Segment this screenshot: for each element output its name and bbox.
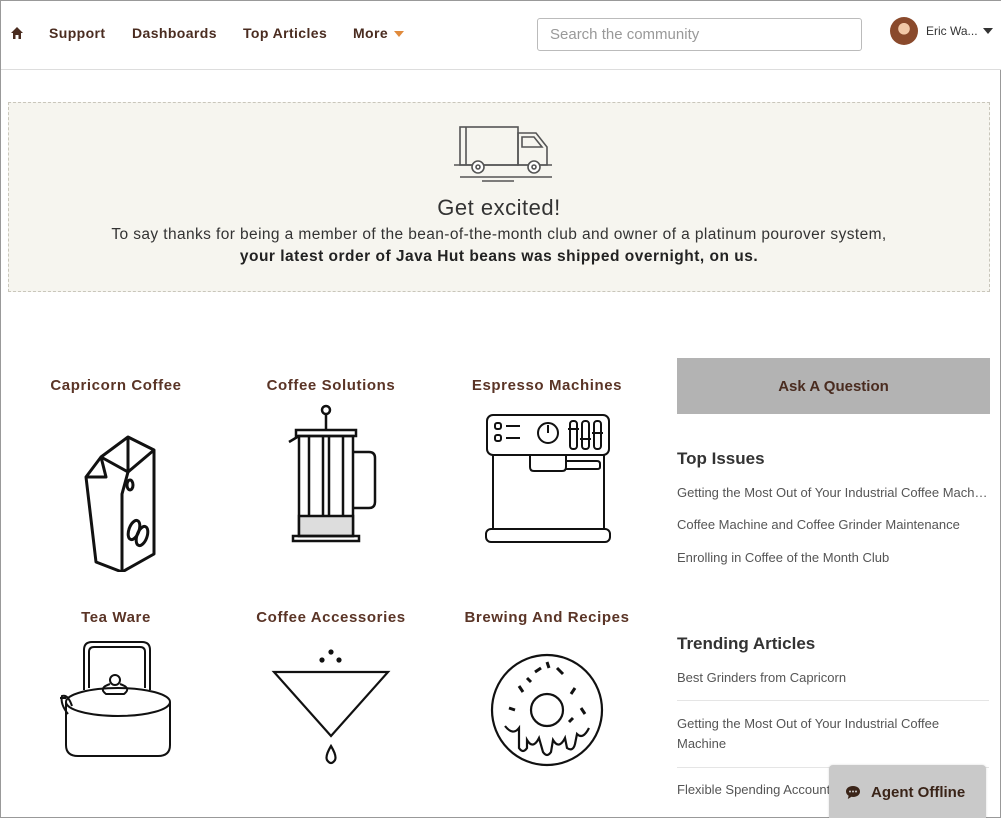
top-navigation-bar: Support Dashboards Top Articles More Eri… xyxy=(1,1,1001,70)
french-press-icon xyxy=(288,404,377,543)
tile-coffee-accessories[interactable]: Coffee Accessories xyxy=(231,609,431,770)
tile-label: Coffee Accessories xyxy=(256,609,406,626)
search-input[interactable] xyxy=(537,18,862,51)
delivery-truck-icon xyxy=(454,126,552,182)
user-name[interactable]: Eric Wa... xyxy=(926,24,978,38)
top-issue-link[interactable]: Getting the Most Out of Your Industrial … xyxy=(677,485,989,500)
nav-top-articles[interactable]: Top Articles xyxy=(243,25,327,41)
tile-brewing-and-recipes[interactable]: Brewing And Recipes xyxy=(447,609,647,770)
coffee-bag-icon xyxy=(84,435,156,572)
nav-more-label: More xyxy=(353,25,389,41)
home-icon[interactable] xyxy=(10,26,24,40)
top-issues-title: Top Issues xyxy=(677,449,765,468)
chevron-down-icon xyxy=(394,31,405,38)
espresso-machine-icon xyxy=(485,414,611,543)
trending-article-link[interactable]: Best Grinders from Capricorn xyxy=(677,670,989,685)
tile-label: Capricorn Coffee xyxy=(50,377,182,394)
banner-title: Get excited! xyxy=(437,195,561,220)
agent-offline-chat-button[interactable]: Agent Offline xyxy=(829,765,986,818)
donut-icon xyxy=(490,653,604,767)
tile-label: Espresso Machines xyxy=(471,377,623,394)
top-issue-link[interactable]: Enrolling in Coffee of the Month Club xyxy=(677,550,989,565)
ask-question-button[interactable]: Ask A Question xyxy=(677,358,990,414)
nav-dashboards[interactable]: Dashboards xyxy=(132,25,217,41)
tile-coffee-solutions[interactable]: Coffee Solutions xyxy=(231,377,431,547)
kettle-icon xyxy=(60,641,171,757)
agent-offline-label: Agent Offline xyxy=(871,784,966,801)
banner-bold-text: your latest order of Java Hut beans was … xyxy=(239,248,759,265)
trending-article-link[interactable]: Getting the Most Out of Your Industrial … xyxy=(677,714,977,754)
tile-tea-ware[interactable]: Tea Ware xyxy=(16,609,216,770)
banner-text: To say thanks for being a member of the … xyxy=(111,226,887,243)
tile-label: Coffee Solutions xyxy=(266,377,396,394)
top-issue-link[interactable]: Coffee Machine and Coffee Grinder Mainte… xyxy=(677,517,989,532)
tile-label: Brewing And Recipes xyxy=(464,609,630,626)
nav-more[interactable]: More xyxy=(353,25,405,41)
tile-label: Tea Ware xyxy=(81,609,151,626)
tile-capricorn-coffee[interactable]: Capricorn Coffee xyxy=(16,377,216,572)
tile-espresso-machines[interactable]: Espresso Machines xyxy=(447,377,647,544)
divider xyxy=(677,700,989,701)
user-menu-chevron-icon[interactable] xyxy=(983,28,993,34)
announcement-banner: Get excited! To say thanks for being a m… xyxy=(8,102,990,292)
chat-bubble-icon xyxy=(846,786,860,799)
nav-support[interactable]: Support xyxy=(49,25,105,41)
avatar[interactable] xyxy=(890,17,918,45)
trending-articles-title: Trending Articles xyxy=(677,634,816,653)
pourover-cone-icon xyxy=(271,649,391,765)
